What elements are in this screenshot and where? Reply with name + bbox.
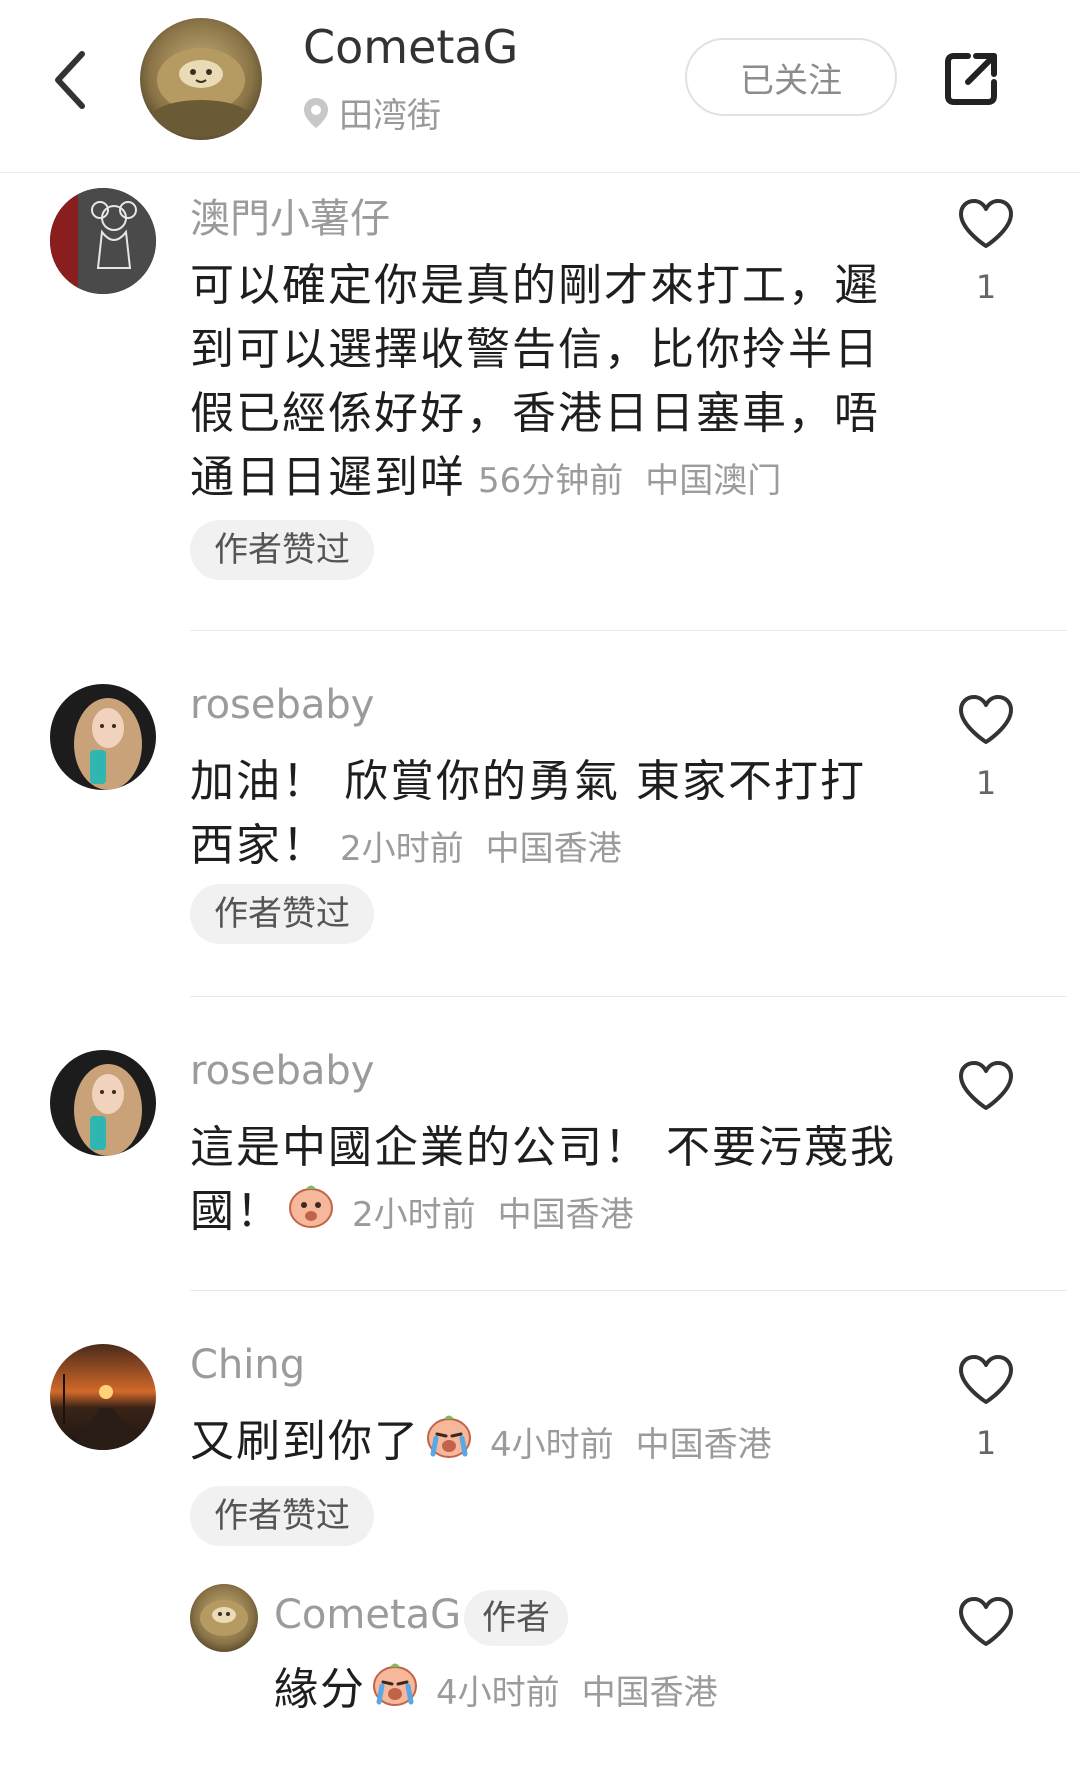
reply-text: 緣分 4小时前 中国香港	[274, 1658, 934, 1726]
comment-time: 4小时前	[490, 1425, 614, 1465]
heart-icon	[959, 1061, 1013, 1110]
like-button[interactable]	[956, 1060, 1016, 1130]
commenter-name[interactable]: rosebaby	[190, 682, 374, 728]
avatar-image	[50, 1050, 156, 1156]
commenter-avatar[interactable]	[50, 188, 156, 294]
comment-text: 加油！ 欣賞你的勇氣 東家不打打西家！ 2小时前 中国香港	[190, 750, 900, 881]
heart-icon	[959, 1355, 1013, 1404]
author-liked-badge: 作者赞过	[190, 1486, 374, 1546]
author-liked-badge: 作者赞过	[190, 520, 374, 580]
comment-time: 56分钟前	[478, 461, 624, 501]
reply-region: 中国香港	[581, 1673, 718, 1713]
reply-body: 緣分	[274, 1664, 366, 1715]
reply-author-name[interactable]: CometaG	[274, 1592, 461, 1638]
comment-meta: 2小时前 中国香港	[352, 1195, 634, 1235]
shy-face-emoji	[286, 1180, 336, 1248]
commenter-avatar[interactable]	[50, 684, 156, 790]
reply-meta: 4小时前 中国香港	[436, 1673, 718, 1713]
comment-text: 又刷到你了 4小时前 中国香港	[190, 1410, 900, 1478]
author-tag: 作者	[464, 1590, 568, 1646]
comment-meta: 56分钟前 中国澳门	[478, 461, 781, 501]
comment-region: 中国香港	[485, 829, 622, 869]
divider	[190, 630, 1067, 631]
comment-text: 可以確定你是真的剛才來打工，遲到可以選擇收警告信，比你拎半日假已經係好好，香港日…	[190, 254, 900, 513]
profile-name[interactable]: CometaG	[303, 20, 518, 74]
like-count: 1	[975, 268, 997, 306]
crying-face-emoji	[424, 1410, 474, 1478]
back-button[interactable]	[44, 40, 96, 120]
comment-time: 2小时前	[340, 829, 464, 869]
reply-avatar[interactable]	[190, 1584, 258, 1652]
commenter-avatar[interactable]	[50, 1344, 156, 1450]
avatar-image	[50, 188, 156, 294]
author-liked-badge: 作者赞过	[190, 884, 374, 944]
profile-avatar[interactable]	[140, 18, 262, 140]
comment-text: 這是中國企業的公司！ 不要污蔑我國！ 2小时前 中国香港	[190, 1116, 900, 1248]
share-external-icon	[945, 53, 997, 105]
top-bar: CometaG 田湾街 已关注	[0, 0, 1080, 173]
comment-meta: 2小时前 中国香港	[340, 829, 622, 869]
like-count: 1	[975, 764, 997, 802]
divider	[190, 1290, 1067, 1291]
location: 田湾街	[303, 88, 441, 137]
comment-meta: 4小时前 中国香港	[490, 1425, 772, 1465]
commenter-name[interactable]: Ching	[190, 1342, 305, 1388]
share-button[interactable]	[938, 44, 1006, 112]
like-button[interactable]: 1	[956, 1354, 1016, 1462]
like-count: 1	[975, 1424, 997, 1462]
avatar-image	[140, 18, 262, 140]
crying-face-emoji	[370, 1658, 420, 1726]
avatar-image	[190, 1584, 258, 1652]
commenter-name[interactable]: rosebaby	[190, 1048, 374, 1094]
comment-region: 中国香港	[635, 1425, 772, 1465]
like-button[interactable]: 1	[956, 198, 1016, 306]
following-button[interactable]: 已关注	[685, 38, 897, 116]
divider	[190, 996, 1067, 997]
commenter-name[interactable]: 澳門小薯仔	[190, 186, 390, 244]
heart-icon	[959, 695, 1013, 744]
reply-time: 4小时前	[436, 1673, 560, 1713]
location-pin-icon	[304, 97, 328, 128]
comment-time: 2小时前	[352, 1195, 476, 1235]
heart-icon	[959, 1597, 1013, 1646]
comment-body: 又刷到你了	[190, 1416, 420, 1467]
comment-region: 中国香港	[497, 1195, 634, 1235]
avatar-image	[50, 684, 156, 790]
commenter-avatar[interactable]	[50, 1050, 156, 1156]
like-button[interactable]: 1	[956, 694, 1016, 802]
heart-icon	[959, 199, 1013, 248]
avatar-image	[50, 1344, 156, 1450]
like-button[interactable]	[956, 1596, 1016, 1666]
comment-region: 中国澳门	[645, 461, 782, 501]
location-text: 田湾街	[339, 96, 441, 136]
chevron-left-icon	[55, 51, 85, 109]
